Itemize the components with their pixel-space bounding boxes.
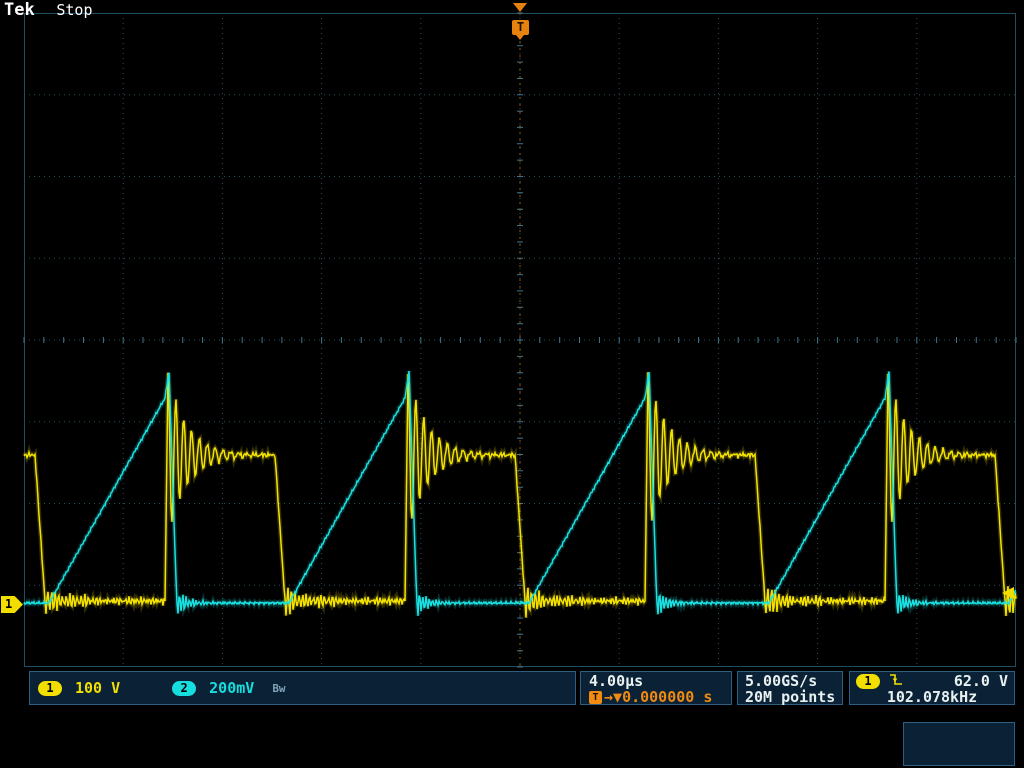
sample-rate: 5.00GS/s <box>745 673 842 689</box>
ch1-badge[interactable]: 1 <box>38 681 62 696</box>
ch2-badge[interactable]: 2 <box>172 681 196 696</box>
top-status-bar: Tek Stop <box>4 0 92 16</box>
trigger-position-value: 0.000000 s <box>622 688 712 706</box>
acquisition-readout-box[interactable]: 5.00GS/s 20M points <box>737 671 843 705</box>
trigger-position-readout: T →▼ 0.000000 s <box>589 689 731 705</box>
acquisition-status: Stop <box>56 1 92 19</box>
ch1-scale: 100 V <box>75 679 120 697</box>
datetime-box: 13 Jul 2023 11:30:11 <box>903 722 1015 766</box>
ch2-bandwidth-limit-icon: Bw <box>272 682 285 695</box>
trigger-source-badge[interactable]: 1 <box>856 674 880 689</box>
trigger-position-flag[interactable]: T <box>512 20 529 35</box>
trigger-position-arrow-icon[interactable] <box>513 3 527 12</box>
horizontal-readout-box[interactable]: 4.00µs T →▼ 0.000000 s <box>580 671 732 705</box>
trigger-readout-box[interactable]: 1 62.0 V 102.078kHz <box>849 671 1015 705</box>
oscilloscope-screen: Tek Stop T 1 1 100 V 2 200mV Bw 4.00µs T… <box>0 0 1024 768</box>
trigger-position-arrows-icon: →▼ <box>604 688 622 706</box>
trigger-flag-label: T <box>517 20 524 34</box>
trigger-frequency: 102.078kHz <box>856 689 1008 705</box>
record-length: 20M points <box>745 689 842 705</box>
tek-logo: Tek <box>4 0 35 20</box>
waveform-display <box>0 0 1024 768</box>
time-per-division: 4.00µs <box>589 673 731 689</box>
trigger-level-arrow-icon[interactable] <box>1002 587 1014 599</box>
channel-readout-box[interactable]: 1 100 V 2 200mV Bw <box>29 671 576 705</box>
ch1-ground-label: 1 <box>5 597 12 611</box>
trigger-t-icon: T <box>589 691 602 704</box>
ch2-scale: 200mV <box>209 679 254 697</box>
